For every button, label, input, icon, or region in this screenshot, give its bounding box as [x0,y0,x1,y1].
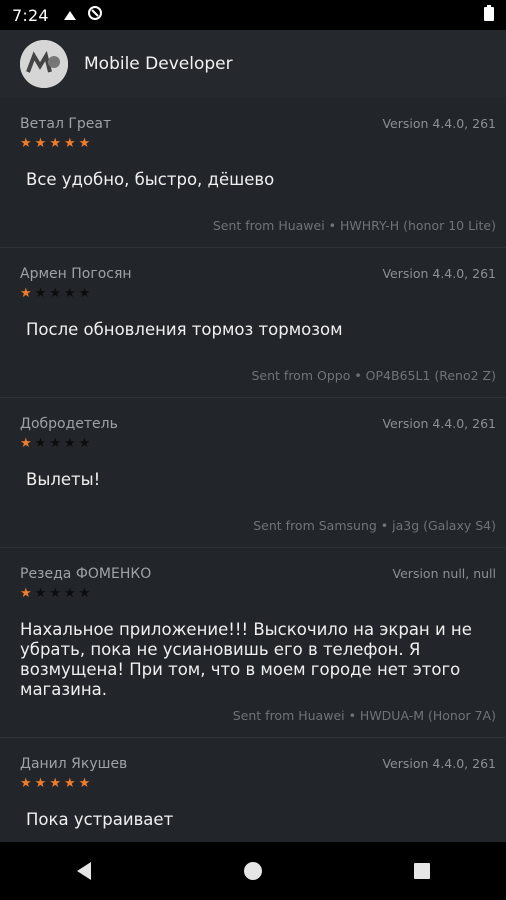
reviews-list[interactable]: Ветал Греат Version 4.4.0, 261 ★ ★ ★ ★ ★… [0,98,506,842]
rating-stars: ★ ★ ★ ★ ★ [20,136,90,152]
star-icon: ★ [34,776,47,791]
star-icon: ★ [49,776,61,791]
review-item: Армен Погосян Version 4.4.0, 261 ★ ★ ★ ★… [0,248,506,398]
review-text: Вылеты! [26,470,101,489]
home-button[interactable] [223,851,283,891]
developer-name: Mobile Developer [84,54,233,74]
cloud-icon [61,6,79,25]
status-time: 7:24 [12,5,49,25]
review-version: Version 4.4.0, 261 [382,416,496,431]
review-device: Sent from Huawei • HWDUA-M (Honor 7A) [232,708,496,723]
star-icon: ★ [34,586,47,601]
star-icon: ★ [49,436,61,451]
star-icon: ★ [34,136,47,151]
review-device: Sent from Samsung • ja3g (Galaxy S4) [253,518,496,533]
review-version: Version 4.4.0, 261 [382,116,496,131]
review-author: Армен Погосян [20,266,132,282]
back-button[interactable] [54,851,114,891]
star-icon: ★ [78,286,91,301]
star-icon: ★ [78,436,91,451]
review-device: Sent from Huawei • HWHRY-H (honor 10 Lit… [212,218,496,233]
star-icon: ★ [78,776,91,791]
review-item: Ветал Греат Version 4.4.0, 261 ★ ★ ★ ★ ★… [0,98,506,248]
review-item: Данил Якушев Version 4.4.0, 261 ★ ★ ★ ★ … [0,738,506,842]
review-text: Все удобно, быстро, дёшево [26,170,275,189]
star-icon: ★ [20,136,32,151]
star-icon: ★ [63,286,76,301]
review-text: Пока устраивает [26,810,174,829]
star-icon: ★ [63,586,76,601]
review-author: Резеда ФОМЕНКО [20,566,152,582]
review-author: Ветал Греат [20,116,112,132]
star-icon: ★ [78,136,91,151]
data-saver-icon [87,5,103,25]
star-icon: ★ [20,286,32,301]
rating-stars: ★ ★ ★ ★ ★ [20,776,90,792]
review-item: Добродетель Version 4.4.0, 261 ★ ★ ★ ★ ★… [0,398,506,548]
rating-stars: ★ ★ ★ ★ ★ [20,586,90,602]
review-item: Резеда ФОМЕНКО Version null, null ★ ★ ★ … [0,548,506,738]
star-icon: ★ [49,136,61,151]
review-version: Version 4.4.0, 261 [382,266,496,281]
home-icon [243,862,262,880]
star-icon: ★ [63,776,76,791]
rating-stars: ★ ★ ★ ★ ★ [20,286,90,302]
review-version: Version 4.4.0, 261 [382,756,496,771]
developer-avatar[interactable] [20,40,68,88]
review-text: Нахальное приложение!!! Выскочило на экр… [20,620,472,699]
star-icon: ★ [20,586,32,601]
system-nav-bar [0,842,506,900]
review-author: Добродетель [20,416,118,432]
recents-icon [413,863,430,879]
review-author: Данил Якушев [20,756,128,772]
status-bar: 7:24 [0,0,506,30]
recents-button[interactable] [392,851,452,891]
rating-stars: ★ ★ ★ ★ ★ [20,436,90,452]
star-icon: ★ [78,586,91,601]
star-icon: ★ [34,436,47,451]
review-version: Version null, null [392,566,496,581]
back-icon [77,862,92,880]
review-text: После обновления тормоз тормозом [26,320,343,339]
review-device: Sent from Oppo • OP4B65L1 (Reno2 Z) [251,368,497,383]
star-icon: ★ [34,286,47,301]
star-icon: ★ [49,286,61,301]
star-icon: ★ [63,136,76,151]
battery-icon [484,5,494,25]
star-icon: ★ [63,436,76,451]
star-icon: ★ [49,586,61,601]
star-icon: ★ [20,776,32,791]
star-icon: ★ [20,436,32,451]
app-header: Mobile Developer [0,30,506,98]
